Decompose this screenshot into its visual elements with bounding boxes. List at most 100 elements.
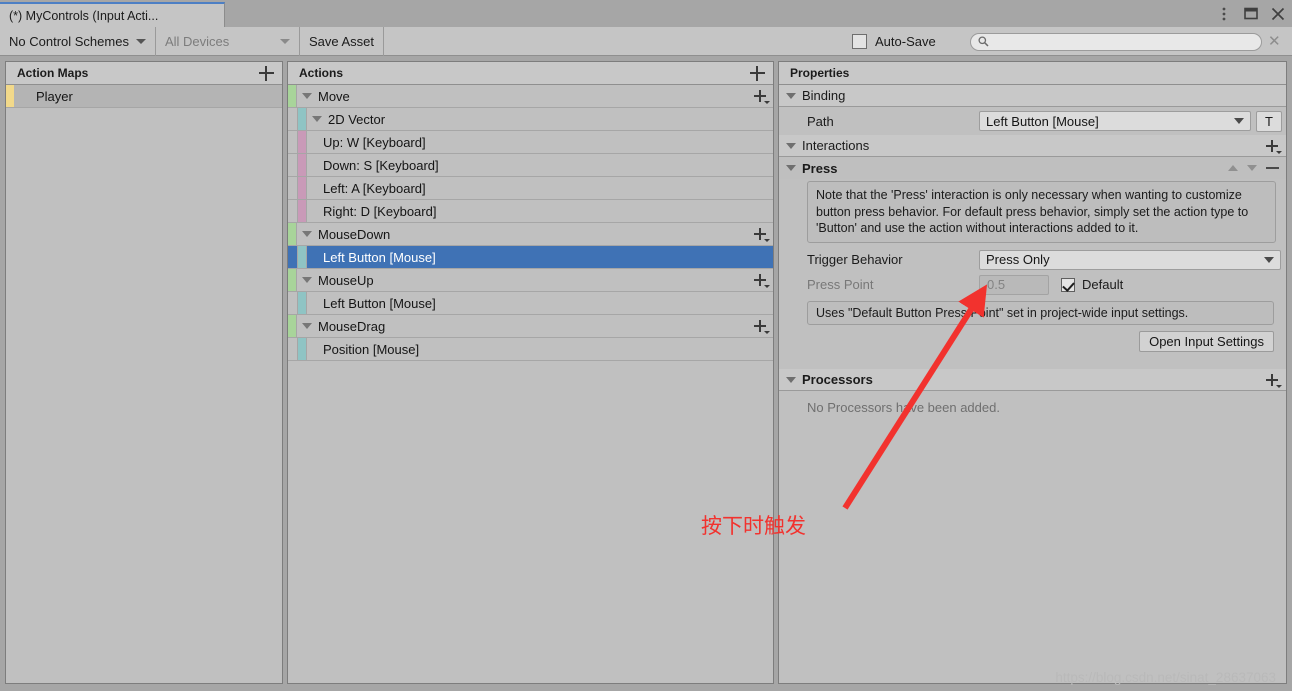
save-asset-button[interactable]: Save Asset	[300, 27, 383, 56]
add-binding-button[interactable]	[750, 224, 770, 244]
chevron-down-icon	[1234, 118, 1244, 124]
processors-section-title: Processors	[802, 372, 873, 387]
press-point-field[interactable]: 0.5	[979, 274, 1049, 295]
search-input[interactable]	[989, 34, 1239, 49]
move-up-icon[interactable]	[1228, 165, 1238, 171]
binding-section-header[interactable]: Binding	[779, 85, 1286, 107]
path-type-button[interactable]: T	[1256, 110, 1282, 132]
press-note: Note that the 'Press' interaction is onl…	[807, 181, 1276, 243]
press-point-default-toggle[interactable]: Default	[1061, 277, 1123, 292]
tree-indent	[288, 177, 298, 199]
add-interaction-button[interactable]	[1262, 136, 1282, 156]
action-map-label: Player	[36, 88, 73, 104]
action-color-strip	[288, 85, 297, 107]
tree-row-label: Move	[318, 88, 350, 104]
action-row[interactable]: MouseDown	[288, 223, 773, 246]
remove-interaction-icon[interactable]	[1266, 167, 1279, 169]
path-type-label: T	[1265, 113, 1273, 129]
actions-header: Actions	[288, 62, 773, 85]
action-row[interactable]: MouseUp	[288, 269, 773, 292]
auto-save-toggle[interactable]: Auto-Save	[852, 27, 936, 56]
binding-row[interactable]: Up: W [Keyboard]	[288, 131, 773, 154]
tree-row-label: Position [Mouse]	[323, 341, 420, 357]
trigger-behavior-dropdown[interactable]: Press Only	[979, 249, 1281, 270]
tree-row-label: Left Button [Mouse]	[323, 249, 436, 265]
action-map-color-strip	[6, 85, 14, 107]
binding-row[interactable]: 2D Vector	[288, 108, 773, 131]
properties-title: Properties	[790, 66, 850, 80]
actions-tree: Move 2D Vector Up: W [Keyboard] Down: S [Ke…	[288, 85, 773, 683]
interactions-section-header[interactable]: Interactions	[779, 135, 1286, 157]
add-action-button[interactable]	[747, 63, 767, 83]
add-binding-button[interactable]	[750, 86, 770, 106]
chevron-down-icon[interactable]	[312, 116, 322, 122]
control-schemes-dropdown[interactable]: No Control Schemes	[0, 27, 155, 56]
action-maps-panel: Action Maps Player	[5, 61, 283, 684]
asset-tab-label: (*) MyControls (Input Acti...	[9, 8, 159, 23]
binding-row[interactable]: Right: D [Keyboard]	[288, 200, 773, 223]
move-down-icon[interactable]	[1247, 165, 1257, 171]
processors-empty-note: No Processors have been added.	[807, 400, 1000, 415]
binding-color-strip	[298, 108, 307, 130]
binding-row[interactable]: Left: A [Keyboard]	[288, 177, 773, 200]
binding-row[interactable]: Left Button [Mouse]	[288, 292, 773, 315]
add-action-map-button[interactable]	[256, 63, 276, 83]
binding-section-title: Binding	[802, 88, 846, 103]
tree-indent	[288, 338, 298, 360]
search-icon	[978, 36, 989, 47]
chevron-down-icon	[1264, 256, 1274, 263]
binding-color-strip	[298, 246, 307, 268]
action-row[interactable]: MouseDrag	[288, 315, 773, 338]
binding-row[interactable]: Left Button [Mouse]	[288, 246, 773, 269]
devices-label: All Devices	[164, 33, 230, 49]
chevron-down-icon[interactable]	[302, 93, 312, 99]
devices-dropdown[interactable]: All Devices	[156, 27, 299, 56]
chevron-down-icon	[279, 38, 290, 44]
tree-row-label: 2D Vector	[328, 111, 386, 127]
auto-save-checkbox[interactable]	[852, 34, 867, 49]
chevron-down-icon	[786, 165, 796, 171]
press-interaction-title: Press	[802, 160, 838, 176]
trigger-behavior-value: Press Only	[986, 252, 1050, 267]
action-maps-list: Player	[6, 85, 282, 683]
more-menu-icon[interactable]	[1216, 6, 1232, 22]
action-row[interactable]: Move	[288, 85, 773, 108]
properties-panel: Properties Binding Path Left Button [Mou…	[778, 61, 1287, 684]
chevron-down-icon[interactable]	[302, 277, 312, 283]
clear-icon[interactable]: ✕	[1268, 34, 1281, 49]
open-input-settings-label: Open Input Settings	[1149, 334, 1264, 349]
tree-indent	[288, 246, 298, 268]
tree-indent	[288, 154, 298, 176]
asset-tab[interactable]: (*) MyControls (Input Acti...	[0, 2, 225, 27]
close-icon[interactable]	[1270, 6, 1286, 22]
actions-panel: Actions Move 2D Vector Up: W [Keyboard] Dow…	[287, 61, 774, 684]
chevron-down-icon[interactable]	[302, 231, 312, 237]
tree-row-label: Left: A [Keyboard]	[323, 180, 426, 196]
default-checkbox[interactable]	[1061, 277, 1075, 292]
action-map-row[interactable]: Player	[6, 85, 282, 108]
path-dropdown[interactable]: Left Button [Mouse]	[979, 111, 1251, 131]
add-binding-button[interactable]	[750, 270, 770, 290]
binding-row[interactable]: Down: S [Keyboard]	[288, 154, 773, 177]
panels-container: Action Maps Player Actions Move 2D Vector…	[0, 56, 1292, 691]
open-settings-row: Open Input Settings	[779, 325, 1286, 352]
actions-title: Actions	[299, 66, 344, 80]
press-interaction-header[interactable]: Press	[779, 157, 1286, 179]
binding-row[interactable]: Position [Mouse]	[288, 338, 773, 361]
binding-color-strip	[298, 338, 307, 360]
tree-row-label: Down: S [Keyboard]	[323, 157, 439, 173]
action-color-strip	[288, 223, 297, 245]
window-tab-bar: (*) MyControls (Input Acti...	[0, 0, 1292, 27]
press-point-value: 0.5	[987, 277, 1006, 292]
tree-indent	[288, 131, 298, 153]
processors-section-header[interactable]: Processors	[779, 369, 1286, 391]
action-color-strip	[288, 315, 297, 337]
add-binding-button[interactable]	[750, 316, 770, 336]
maximize-icon[interactable]	[1243, 6, 1259, 22]
auto-save-label: Auto-Save	[875, 34, 936, 49]
add-processor-button[interactable]	[1262, 370, 1282, 390]
open-input-settings-button[interactable]: Open Input Settings	[1139, 331, 1274, 352]
search-field[interactable]	[970, 32, 1262, 51]
search-area: ✕	[970, 27, 1281, 56]
chevron-down-icon[interactable]	[302, 323, 312, 329]
